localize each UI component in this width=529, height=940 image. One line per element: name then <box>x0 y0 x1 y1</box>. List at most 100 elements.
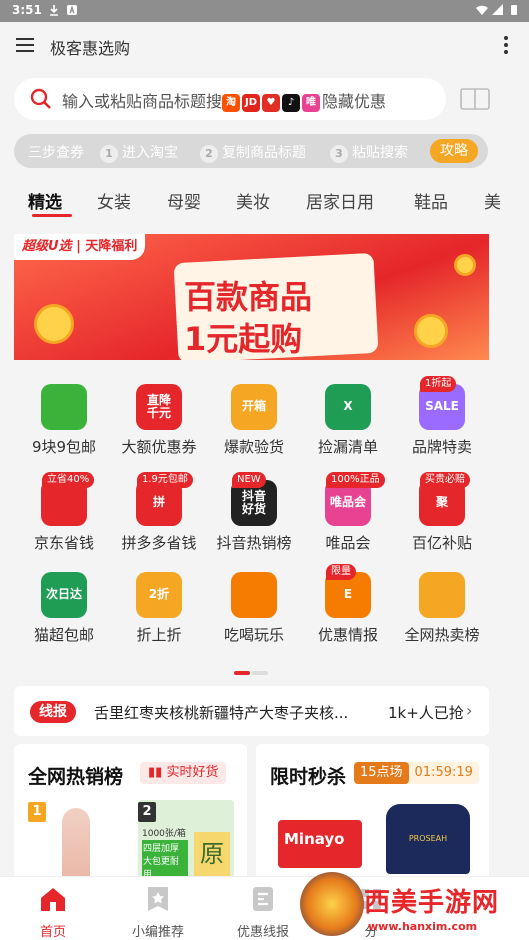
grid-item-label: 抖音热销榜 <box>216 534 292 552</box>
grid-item-13[interactable]: 吃喝玩乐 <box>206 572 302 656</box>
discount-icon: 2折 <box>136 572 182 618</box>
tab-indicator <box>32 214 72 217</box>
chevron-right-icon: › <box>466 701 473 720</box>
hot-sales-title: 全网热销榜 <box>28 766 124 788</box>
promo-banner[interactable]: 超级U选 | 天降福利 百款商品 1元起购 <box>14 234 489 360</box>
hot-sales-panel[interactable]: 全网热销榜 ▮▮ 实时好货 1 2 1000张/箱 四层加厚 大包更耐用 原 <box>14 744 247 884</box>
flash-countdown: 01:59:19 <box>414 765 473 780</box>
step-3-number: 3 <box>330 145 348 163</box>
nav-deals-news-label: 优惠线报 <box>236 925 289 940</box>
food-icon <box>231 572 277 618</box>
flash-sale-timer: 15点场 01:59:19 <box>354 762 479 784</box>
feature-grid: 9块9包邮 直降 千元 大额优惠券 开箱 爆款验货 X 捡漏清单 SALE 1折起 品牌特卖立省4… <box>0 376 529 664</box>
grid-item-12[interactable]: 2折 折上折 <box>111 572 207 656</box>
watermark-title: 西美手游网 <box>364 888 500 918</box>
grid-item-5[interactable]: SALE 1折起 品牌特卖 <box>394 376 490 468</box>
grid-item-badge: NEW <box>232 472 266 488</box>
grid-item-11[interactable]: 次日达 猫超包邮 <box>16 572 112 656</box>
step-2: 2 复制商品标题 <box>200 142 306 163</box>
tab-home[interactable]: 居家日用 <box>306 188 374 213</box>
product-tissue-brand: 原 <box>194 832 230 876</box>
download-icon <box>50 5 58 16</box>
grid-item-9[interactable]: 唯品会 100%正品 唯品会 <box>300 472 396 564</box>
tab-shoes[interactable]: 鞋品 <box>414 188 448 213</box>
app-bar: 极客惠选购 <box>0 22 529 70</box>
grid-item-10[interactable]: 聚买贵必赔 百亿补贴 <box>394 472 490 564</box>
battery-icon <box>511 5 517 15</box>
grid-item-badge: 100%正品 <box>326 472 385 488</box>
news-ticker[interactable]: 线报 舌里红枣夹核桃新疆特产大枣子夹核... 1k+人已抢 › <box>14 686 489 736</box>
site-watermark: 西美手游网 www.hanxim.com <box>298 872 528 940</box>
news-text: 舌里红枣夹核桃新疆特产大枣子夹核... <box>94 704 349 722</box>
nav-editor-picks[interactable]: 小编推荐 <box>113 885 203 940</box>
flash-slot: 15点场 <box>354 762 409 784</box>
tab-beauty[interactable]: 美妆 <box>236 188 270 213</box>
star-badge-icon <box>148 887 168 911</box>
grid-item-badge: 立省40% <box>42 472 95 488</box>
grid-item-badge: 1.9元包邮 <box>137 472 193 488</box>
guide-button[interactable]: 攻略 <box>430 139 478 163</box>
step-1: 1 进入淘宝 <box>100 142 178 163</box>
grid-item-14[interactable]: E 限量 优惠情报 <box>300 564 396 656</box>
grid-item-15[interactable]: 全网热卖榜 <box>394 572 490 656</box>
nav-deals-news[interactable]: 优惠线报 <box>218 885 308 940</box>
coupon-steps-bar: 三步查券 1 进入淘宝 2 复制商品标题 3 粘贴搜索 攻略 <box>14 134 488 168</box>
step-1-number: 1 <box>100 145 118 163</box>
flash-sale-panel[interactable]: 限时秒杀 15点场 01:59:19 Minayo PROSEAH <box>256 744 489 884</box>
grid-item-2[interactable]: 直降 千元 大额优惠券 <box>111 384 207 468</box>
page-indicator <box>234 660 270 675</box>
grid-item-label: 品牌特卖 <box>411 438 472 456</box>
hot-rank-icon <box>419 572 465 618</box>
tab-baby[interactable]: 母婴 <box>167 188 201 213</box>
app-root: 3:51 极客惠选购 输入或粘贴商品标题搜淘 JD ♥ ♪ 唯隐藏优惠 三步查券 1 进入… <box>0 0 529 940</box>
search-icon <box>30 88 51 109</box>
status-bar: 3:51 <box>0 0 529 22</box>
grid-item-badge: 买贵必赔 <box>420 472 470 488</box>
page-dot <box>252 671 268 675</box>
pdd-badge-icon: ♥ <box>262 94 281 112</box>
jd-badge-icon: JD <box>242 94 261 112</box>
tab-more[interactable]: 美 <box>484 188 501 213</box>
step-1-text: 进入淘宝 <box>122 145 178 161</box>
product-tube-image <box>62 808 90 884</box>
step-3-text: 粘贴搜索 <box>352 145 408 161</box>
grid-item-label: 京东省钱 <box>33 534 94 552</box>
product-tissue-mid: 四层加厚 大包更耐用 <box>142 840 188 881</box>
grid-item-6[interactable]: 立省40% 京东省钱 <box>16 472 112 564</box>
product-tissue-top: 1000张/箱 <box>142 829 186 839</box>
price-drop-icon: 直降 千元 <box>136 384 182 430</box>
grid-item-7[interactable]: 拼 1.9元包邮 拼多多省钱 <box>111 472 207 564</box>
rank-badge-1: 1 <box>28 802 46 822</box>
tab-featured[interactable]: 精选 <box>28 188 62 213</box>
book-icon[interactable] <box>460 88 490 110</box>
menu-icon[interactable] <box>16 38 34 52</box>
flash-sale-title: 限时秒杀 <box>270 766 347 788</box>
news-count: 1k+人已抢 <box>388 704 464 722</box>
search-placeholder-suffix: 隐藏优惠 <box>322 92 387 111</box>
step-2-text: 复制商品标题 <box>222 145 306 161</box>
app-title: 极客惠选购 <box>50 39 131 58</box>
grid-item-1[interactable]: 9块9包邮 <box>16 384 112 468</box>
notification-a-icon <box>67 5 77 15</box>
grid-item-8[interactable]: 抖音 好货 NEW 抖音热销榜 <box>206 472 302 564</box>
taobao-badge-icon: 淘 <box>222 94 241 112</box>
tab-women[interactable]: 女装 <box>97 188 131 213</box>
grid-item-3[interactable]: 开箱 爆款验货 <box>206 384 302 468</box>
product-minayo-image: Minayo <box>278 820 362 868</box>
wifi-icon <box>476 5 488 15</box>
status-time: 3:51 <box>12 3 42 17</box>
search-placeholder-prefix: 输入或粘贴商品标题搜 <box>62 92 223 111</box>
grid-item-4[interactable]: X 捡漏清单 <box>300 384 396 468</box>
nav-home[interactable]: 首页 <box>8 885 98 940</box>
grid-item-label: 优惠情报 <box>317 626 378 644</box>
more-options-icon[interactable] <box>503 36 509 56</box>
grid-item-label: 全网热卖榜 <box>404 626 480 644</box>
category-tabs: 精选 女装 母婴 美妆 居家日用 鞋品 美 <box>0 184 529 218</box>
grid-item-label: 唯品会 <box>325 534 371 552</box>
coin-icon <box>34 304 74 344</box>
vip-badge-icon: 唯 <box>302 94 321 112</box>
grid-item-label: 猫超包邮 <box>33 626 94 644</box>
search-input[interactable]: 输入或粘贴商品标题搜淘 JD ♥ ♪ 唯隐藏优惠 <box>14 78 446 120</box>
grid-item-label: 爆款验货 <box>223 438 284 456</box>
realtime-pill-label: 实时好货 <box>166 765 219 780</box>
